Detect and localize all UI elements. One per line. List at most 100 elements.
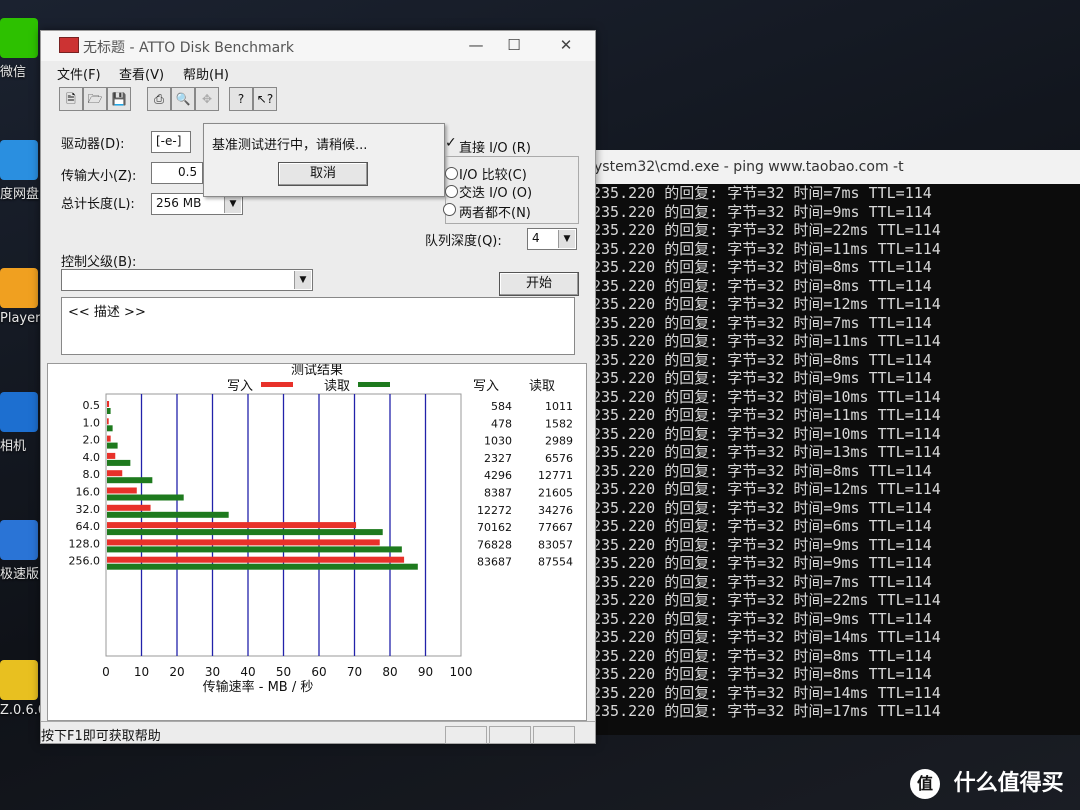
bar-write bbox=[107, 401, 110, 407]
desktop-icon[interactable]: 度网盘 bbox=[0, 140, 44, 202]
desktop-icon-label: 微信 bbox=[0, 65, 27, 80]
transfer-size-select[interactable]: 0.5 bbox=[151, 162, 203, 184]
value-read: 77667 bbox=[538, 521, 573, 534]
x-axis-label: 传输速率 - MB / 秒 bbox=[203, 679, 314, 695]
progress-message: 基准测试进行中，请稍候... bbox=[212, 138, 368, 153]
control-select[interactable]: ▼ bbox=[61, 269, 313, 291]
cmd-line: 235.220 的回复: 字节=32 时间=8ms TTL=114 bbox=[592, 665, 932, 683]
menu-help[interactable]: 帮助(H) bbox=[183, 64, 229, 83]
io-compare-radio[interactable] bbox=[445, 167, 458, 180]
print-icon[interactable]: ⎙ bbox=[147, 87, 171, 111]
cmd-line: 235.220 的回复: 字节=32 时间=17ms TTL=114 bbox=[592, 702, 941, 720]
open-icon[interactable]: 🗁 bbox=[83, 87, 107, 111]
transfer-size-label: 传输大小(Z): bbox=[61, 169, 137, 184]
bar-write bbox=[107, 452, 116, 459]
window-title: 无标题 - ATTO Disk Benchmark bbox=[83, 40, 295, 56]
start-button[interactable]: 开始 bbox=[499, 272, 579, 296]
cmd-line: 235.220 的回复: 字节=32 时间=9ms TTL=114 bbox=[592, 609, 932, 628]
x-tick-label: 50 bbox=[276, 665, 291, 679]
value-read: 6576 bbox=[545, 452, 573, 465]
desktop-icon-label: 极速版 bbox=[0, 567, 40, 582]
app-icon bbox=[0, 268, 38, 308]
y-tick-label: 8.0 bbox=[83, 468, 101, 481]
cmd-line: 235.220 的回复: 字节=32 时间=12ms TTL=114 bbox=[592, 480, 941, 498]
watermark: 值 什么值得买 bbox=[910, 765, 1064, 799]
help-icon[interactable]: ? bbox=[229, 87, 253, 111]
io-compare-label: I/O 比较(C) bbox=[459, 168, 527, 183]
bar-write bbox=[107, 418, 109, 425]
cmd-line: 235.220 的回复: 字节=32 时间=9ms TTL=114 bbox=[592, 554, 932, 572]
x-tick-label: 0 bbox=[102, 665, 110, 679]
y-tick-label: 16.0 bbox=[76, 486, 101, 499]
print-preview-icon[interactable]: 🔍 bbox=[171, 87, 195, 111]
minimize-button[interactable]: — bbox=[459, 34, 493, 58]
move-icon[interactable]: ✥ bbox=[195, 87, 219, 111]
bar-write bbox=[107, 470, 123, 477]
cmd-line: 235.220 的回复: 字节=32 时间=7ms TTL=114 bbox=[592, 313, 932, 332]
value-write: 12272 bbox=[477, 504, 512, 517]
desktop-icon[interactable]: Z.0.6.0 bbox=[0, 660, 46, 718]
cmd-window[interactable]: ystem32\cmd.exe - ping www.taobao.com -t… bbox=[586, 150, 1080, 735]
value-write: 8387 bbox=[484, 487, 512, 500]
desktop-icon[interactable]: 相机 bbox=[0, 392, 44, 454]
benchmark-chart: 测试结果写入 读取 写入 读取0.5 584 10111.0 478 15822.0 1030 2… bbox=[69, 363, 574, 695]
cmd-line: 235.220 的回复: 字节=32 时间=7ms TTL=114 bbox=[592, 184, 932, 202]
value-write: 478 bbox=[491, 417, 512, 430]
drive-select[interactable]: [-e-] bbox=[151, 131, 191, 153]
neither-radio[interactable] bbox=[443, 203, 456, 216]
y-tick-label: 0.5 bbox=[83, 399, 101, 412]
new-icon[interactable]: 🗎 bbox=[59, 87, 83, 111]
queue-depth-select[interactable]: 4 ▼ bbox=[527, 228, 577, 250]
close-button[interactable]: ✕ bbox=[549, 34, 583, 58]
bar-read bbox=[107, 563, 418, 570]
app-icon bbox=[0, 18, 38, 58]
legend-write-swatch bbox=[261, 382, 293, 387]
status-panel bbox=[489, 726, 531, 744]
desktop-icon[interactable]: 极速版 bbox=[0, 520, 44, 582]
neither-label: 两者都不(N) bbox=[459, 206, 531, 221]
cmd-line: 235.220 的回复: 字节=32 时间=14ms TTL=114 bbox=[592, 628, 941, 646]
chevron-down-icon[interactable]: ▼ bbox=[558, 230, 575, 248]
x-tick-label: 40 bbox=[240, 665, 255, 679]
results-panel: 测试结果 写入 读取 写入 读取 0.5 584 1011 1.0 478 1582 2.0 1030 2… bbox=[47, 363, 587, 721]
title-bar[interactable]: 无标题 - ATTO Disk Benchmark — ☐ ✕ bbox=[41, 31, 595, 61]
desktop-icon[interactable]: Player bbox=[0, 268, 44, 326]
x-tick-label: 30 bbox=[205, 665, 220, 679]
value-write: 83687 bbox=[477, 556, 512, 569]
menu-file[interactable]: 文件(F) bbox=[57, 64, 101, 83]
cmd-line: 235.220 的回复: 字节=32 时间=10ms TTL=114 bbox=[592, 424, 941, 443]
direct-io-checkbox[interactable]: 直接 I/O (R) bbox=[459, 137, 531, 156]
cmd-line: 235.220 的回复: 字节=32 时间=6ms TTL=114 bbox=[592, 517, 932, 535]
cmd-line: 235.220 的回复: 字节=32 时间=8ms TTL=114 bbox=[592, 646, 932, 665]
value-read: 1582 bbox=[545, 417, 573, 430]
overlapped-io-radio[interactable] bbox=[445, 185, 458, 198]
progress-dialog: 基准测试进行中，请稍候... 取消 bbox=[203, 123, 445, 197]
context-help-icon[interactable]: ↖? bbox=[253, 87, 277, 111]
save-icon[interactable]: 💾 bbox=[107, 87, 131, 111]
maximize-button[interactable]: ☐ bbox=[497, 34, 531, 58]
desktop-icon[interactable]: 微信 bbox=[0, 18, 44, 80]
description-box[interactable]: << 描述 >> bbox=[61, 297, 575, 355]
bar-read bbox=[107, 477, 153, 484]
legend-read-label: 读取 bbox=[324, 379, 350, 394]
y-tick-label: 2.0 bbox=[83, 434, 101, 447]
x-tick-label: 70 bbox=[347, 665, 362, 679]
menu-view[interactable]: 查看(V) bbox=[119, 64, 164, 83]
column-header-write: 写入 bbox=[473, 379, 499, 394]
value-read: 87554 bbox=[538, 556, 573, 569]
queue-depth-value: 4 bbox=[532, 231, 540, 245]
bar-read bbox=[107, 442, 118, 449]
app-icon bbox=[0, 392, 38, 432]
status-bar: 按下F1即可获取帮助 bbox=[41, 721, 595, 744]
cancel-button[interactable]: 取消 bbox=[278, 162, 368, 186]
total-length-label: 总计长度(L): bbox=[61, 197, 135, 212]
app-icon bbox=[0, 660, 38, 700]
control-label: 控制父级(B): bbox=[61, 255, 137, 270]
chevron-down-icon[interactable]: ▼ bbox=[224, 195, 241, 213]
app-icon bbox=[0, 520, 38, 560]
chevron-down-icon[interactable]: ▼ bbox=[294, 271, 311, 289]
status-text: 按下F1即可获取帮助 bbox=[41, 729, 161, 744]
cmd-line: 235.220 的回复: 字节=32 时间=9ms TTL=114 bbox=[592, 202, 932, 221]
bar-write bbox=[107, 504, 151, 511]
bar-write bbox=[107, 556, 405, 563]
